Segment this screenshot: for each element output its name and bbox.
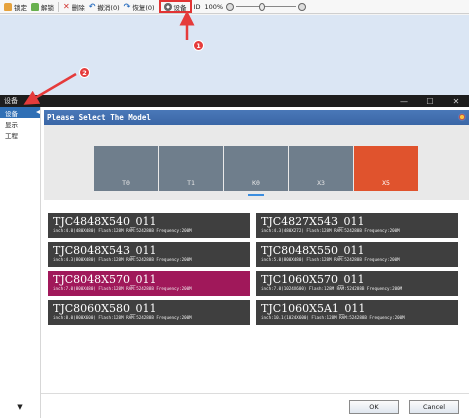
series-tab-label: X5 [382, 179, 390, 187]
sidebar-item-display[interactable]: 显示 [0, 118, 40, 129]
lock-icon [4, 2, 12, 11]
id-button[interactable]: ID [192, 1, 203, 13]
gear-icon [163, 2, 172, 11]
model-spec: inch:7.0(1024X600) Flash:128M RAM:524288… [261, 286, 403, 291]
close-button[interactable]: ✕ [443, 95, 469, 107]
sidebar-item-label: 设备 [5, 109, 18, 118]
series-tab-label: T0 [122, 179, 130, 187]
zoom-slider-track [236, 6, 297, 7]
model-card-tjc8048x550[interactable]: TJC8048X550_011 inch:5.0(800X480) Flash:… [256, 242, 458, 267]
series-tab-label: T1 [187, 179, 195, 187]
zoom-slider[interactable] [236, 2, 297, 11]
model-spec: inch:4.0(480X480) Flash:128M RAM:524288B… [53, 228, 192, 233]
sidebar-item-project[interactable]: 工程 [0, 129, 40, 140]
sidebar-item-device[interactable]: 设备 [0, 107, 40, 118]
model-card-tjc4848x540[interactable]: TJC4848X540_011 inch:4.0(480X480) Flash:… [48, 213, 250, 238]
model-spec: inch:7.0(800X480) Flash:128M RAM:524288B… [53, 286, 192, 291]
series-tab-label: X3 [317, 179, 325, 187]
dialog-titlebar[interactable]: 设备 — ☐ ✕ [0, 95, 469, 107]
undo-icon: ↶ [88, 1, 96, 11]
minimize-button[interactable]: — [391, 95, 417, 107]
dialog-sidebar: 设备 显示 工程 ▼ [0, 107, 41, 418]
series-scroll-indicator [248, 194, 264, 196]
delete-icon: ✕ [63, 1, 70, 11]
series-selector: T0 T1 K0 X3 X5 [44, 125, 469, 200]
model-name: TJC8048X550_011 [261, 244, 365, 257]
dialog-footer: OK Cancel [41, 393, 469, 418]
undo-label: 撤消(0) [97, 3, 120, 12]
model-name: TJC4848X540_011 [53, 215, 157, 228]
model-spec: inch:5.0(800X480) Flash:128M RAM:524288B… [261, 257, 400, 262]
annotation-badge-1: 1 [193, 40, 204, 51]
toolbar-divider [58, 1, 59, 12]
redo-label: 恢复(0) [132, 3, 155, 12]
cancel-button[interactable]: Cancel [409, 400, 459, 414]
model-selection-panel: Please Select The Model T0 T1 K0 X3 X5 T… [41, 107, 469, 418]
device-dialog: 设备 — ☐ ✕ 设备 显示 工程 ▼ Please Select The Mo… [0, 95, 469, 418]
zoom-out-icon[interactable] [226, 2, 235, 11]
model-spec: inch:10.1(1024X600) Flash:128M RAM:52428… [261, 315, 405, 320]
delete-label: 删除 [71, 3, 85, 12]
window-controls: — ☐ ✕ [391, 95, 469, 107]
workspace-background [0, 15, 469, 95]
lock-label: 锁定 [14, 3, 27, 12]
model-card-tjc8048x543[interactable]: TJC8048X543_011 inch:4.3(800X480) Flash:… [48, 242, 250, 267]
series-tab-t1[interactable]: T1 [159, 146, 223, 191]
series-tab-k0[interactable]: K0 [224, 146, 288, 191]
model-name: TJC8048X570_011 [53, 273, 157, 286]
zoom-value: 100% [204, 2, 224, 11]
model-card-tjc8048x570[interactable]: TJC8048X570_011 inch:7.0(800X480) Flash:… [48, 271, 250, 296]
zoom-slider-thumb[interactable] [259, 2, 266, 11]
unlock-icon [31, 2, 39, 11]
zoom-control: 100% [202, 1, 308, 13]
ok-button[interactable]: OK [349, 400, 399, 414]
model-card-tjc1060x570[interactable]: TJC1060X570_011 inch:7.0(1024X600) Flash… [256, 271, 458, 296]
undo-button[interactable]: ↶ 撤消(0) [87, 1, 122, 13]
zoom-in-icon[interactable] [298, 2, 307, 11]
series-tab-x3[interactable]: X3 [289, 146, 353, 191]
device-settings-button[interactable]: 设备 [158, 0, 192, 13]
series-tab-label: K0 [252, 179, 260, 187]
annotation-badge-2: 2 [79, 67, 90, 78]
device-settings-label: 设备 [173, 3, 187, 12]
main-toolbar: 锁定 解锁 ✕ 删除 ↶ 撤消(0) ↷ 恢复(0) 设备 ID 100% [0, 0, 469, 14]
model-card-tjc1060x5a1[interactable]: TJC1060X5A1_011 inch:10.1(1024X600) Flas… [256, 300, 458, 325]
model-spec: inch:8.0(800X600) Flash:128M RAM:524288B… [53, 315, 192, 320]
redo-button[interactable]: ↷ 恢复(0) [122, 1, 157, 13]
model-name: TJC4827X543_011 [261, 215, 365, 228]
sidebar-item-label: 显示 [5, 120, 18, 129]
maximize-button[interactable]: ☐ [417, 95, 443, 107]
unlock-label: 解锁 [41, 3, 54, 12]
sidebar-item-label: 工程 [5, 131, 18, 140]
unlock-button[interactable]: 解锁 [29, 1, 56, 13]
id-label: ID [193, 2, 201, 11]
series-tab-t0[interactable]: T0 [94, 146, 158, 191]
model-card-tjc8060x580[interactable]: TJC8060X580_011 inch:8.0(800X600) Flash:… [48, 300, 250, 325]
model-selection-title: Please Select The Model [47, 113, 151, 122]
model-name: TJC8060X580_011 [53, 302, 157, 315]
lock-button[interactable]: 锁定 [2, 1, 29, 13]
model-name: TJC8048X543_011 [53, 244, 157, 257]
model-selection-header: Please Select The Model [44, 110, 469, 125]
dialog-title: 设备 [4, 97, 18, 105]
model-spec: inch:4.3(480X272) Flash:128M RAM:524288B… [261, 228, 400, 233]
sidebar-scroll-down-button[interactable]: ▼ [0, 396, 40, 418]
series-tab-x5[interactable]: X5 [354, 146, 418, 191]
model-name: TJC1060X5A1_011 [261, 302, 366, 315]
model-card-tjc4827x543[interactable]: TJC4827X543_011 inch:4.3(480X272) Flash:… [256, 213, 458, 238]
app-logo-icon [458, 113, 466, 121]
model-name: TJC1060X570_011 [261, 273, 365, 286]
redo-icon: ↷ [123, 1, 131, 11]
delete-button[interactable]: ✕ 删除 [61, 1, 87, 13]
model-spec: inch:4.3(800X480) Flash:128M RAM:524288B… [53, 257, 192, 262]
